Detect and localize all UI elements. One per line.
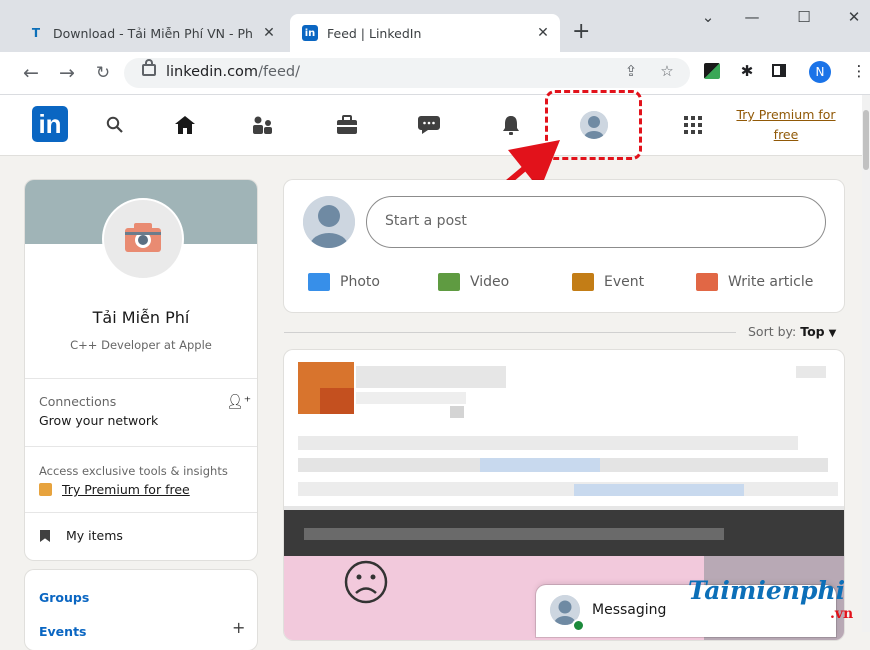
taimienphi-watermark-suffix: .vn [830, 606, 854, 622]
pixel-block [320, 388, 354, 414]
tab-title: Download - Tải Miễn Phí VN - Ph [53, 25, 253, 41]
side-panel-icon[interactable] [772, 64, 786, 77]
share-icon[interactable]: ⇪ [620, 62, 642, 80]
start-post-button[interactable]: Start a post [366, 196, 826, 248]
grow-network-label[interactable]: Grow your network [39, 413, 158, 428]
pixel-block [304, 528, 724, 540]
premium-access-text: Access exclusive tools & insights [39, 464, 228, 478]
taimienphi-favicon-icon: T [31, 26, 41, 40]
linkedin-favicon-icon: in [302, 25, 318, 41]
event-icon [572, 273, 594, 291]
my-network-icon[interactable] [246, 110, 280, 140]
video-label: Video [470, 274, 510, 290]
new-tab-button[interactable]: + [572, 20, 590, 44]
article-icon [696, 273, 718, 291]
add-event-icon[interactable]: + [232, 618, 245, 637]
url-text[interactable]: linkedin.com/feed/ [166, 64, 300, 80]
pixel-block [298, 436, 798, 450]
maximize-button[interactable]: ☐ [784, 8, 824, 26]
tab-search-icon[interactable]: ⌄ [688, 8, 728, 26]
close-window-button[interactable]: ✕ [834, 8, 870, 26]
profile-photo-placeholder[interactable] [102, 198, 184, 280]
sort-prefix: Sort by: [748, 324, 797, 339]
menu-kebab-icon[interactable]: ⋮ [848, 62, 870, 80]
event-label: Event [604, 274, 645, 290]
online-status-dot [572, 619, 585, 632]
pixel-block [574, 484, 744, 496]
premium-badge-icon [39, 483, 52, 496]
taimienphi-watermark-logo: Taimienphi [688, 576, 846, 605]
pixel-block [796, 366, 826, 378]
add-connection-icon[interactable]: 👤︎⁺ [226, 394, 251, 410]
tab-title: Feed | LinkedIn [327, 25, 422, 41]
divider [25, 378, 257, 379]
close-tab-icon[interactable]: ✕ [258, 25, 280, 41]
sort-divider [284, 332, 736, 333]
groups-link[interactable]: Groups [39, 590, 89, 605]
profile-headline: C++ Developer at Apple [70, 338, 212, 352]
my-items-link[interactable]: My items [66, 528, 123, 543]
connections-label[interactable]: Connections [39, 394, 116, 409]
start-post-placeholder: Start a post [385, 213, 467, 229]
profile-name[interactable]: Tải Miễn Phí [25, 308, 257, 327]
sort-value: Top [800, 324, 825, 339]
pixel-block [298, 482, 838, 496]
caret-down-icon: ▼ [828, 328, 837, 339]
jobs-briefcase-icon[interactable] [330, 110, 364, 140]
sort-dropdown[interactable]: Sort by: Top ▼ [748, 324, 836, 339]
reload-button[interactable]: ↻ [92, 62, 114, 84]
messaging-label: Messaging [592, 602, 667, 618]
write-article-button[interactable]: Write article [696, 268, 813, 296]
puzzle-extensions-icon[interactable]: ✱ [736, 62, 758, 80]
close-tab-icon[interactable]: ✕ [532, 25, 554, 41]
photo-icon [308, 273, 330, 291]
extension-icon[interactable] [704, 63, 720, 79]
forward-button[interactable]: → [56, 62, 78, 84]
divider [25, 446, 257, 447]
page-scrollbar[interactable] [862, 95, 870, 632]
compose-avatar[interactable] [303, 196, 355, 248]
linkedin-logo[interactable]: in [32, 106, 68, 142]
camera-icon [125, 223, 161, 252]
photo-button[interactable]: Photo [308, 268, 380, 296]
home-icon[interactable] [168, 110, 202, 140]
search-icon[interactable] [98, 110, 132, 140]
pixel-block [356, 392, 466, 404]
video-button[interactable]: Video [438, 268, 509, 296]
scrollbar-thumb[interactable] [863, 110, 869, 170]
sad-face-doodle-icon [344, 560, 388, 604]
work-grid-icon[interactable] [676, 110, 710, 140]
back-button[interactable]: ← [20, 62, 42, 84]
lock-icon[interactable] [142, 59, 156, 76]
pixel-block [450, 406, 464, 418]
video-icon [438, 273, 460, 291]
tab-linkedin-feed[interactable]: in Feed | LinkedIn ✕ [290, 14, 560, 52]
photo-label: Photo [340, 274, 380, 290]
pixel-block [356, 366, 506, 388]
minimize-button[interactable]: — [732, 8, 772, 26]
try-premium-free-link[interactable]: Try Premium for free [62, 482, 190, 497]
divider [25, 512, 257, 513]
event-button[interactable]: Event [572, 268, 644, 296]
pixel-block [480, 458, 600, 472]
tab-download-taimienphi[interactable]: T Download - Tải Miễn Phí VN - Ph ✕ [16, 14, 286, 52]
bookmark-star-icon[interactable]: ☆ [656, 62, 678, 80]
write-article-label: Write article [728, 274, 814, 290]
try-premium-link[interactable]: Try Premium for free [730, 105, 842, 145]
profile-avatar-button[interactable]: N [809, 61, 831, 83]
